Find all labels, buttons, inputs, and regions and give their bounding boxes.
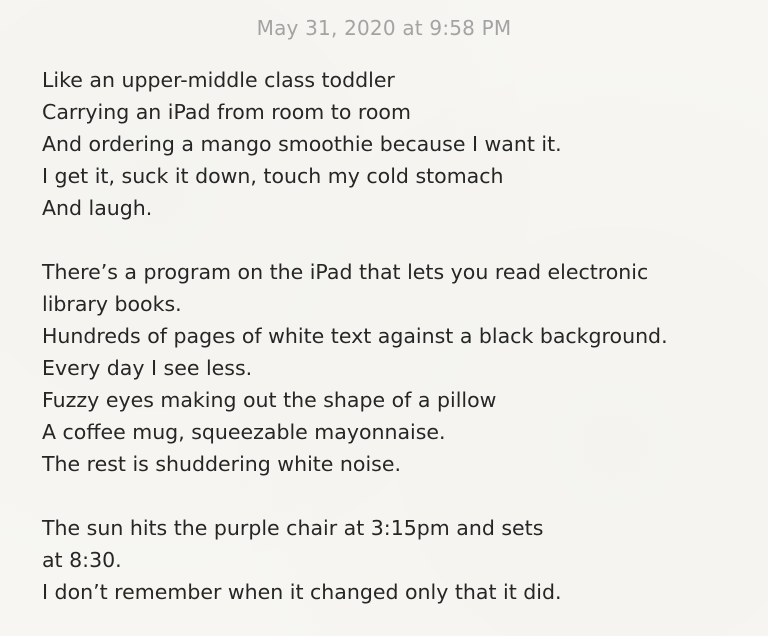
note-body[interactable]: Like an upper-middle class toddler Carry… bbox=[42, 64, 757, 608]
note-line: I don’t remember when it changed only th… bbox=[42, 580, 562, 604]
note-line: at 8:30. bbox=[42, 548, 122, 572]
note-line: Like an upper-middle class toddler bbox=[42, 68, 395, 92]
stanza-break bbox=[42, 224, 757, 256]
note-view[interactable]: May 31, 2020 at 9:58 PM Like an upper-mi… bbox=[0, 0, 768, 636]
note-line: Hundreds of pages of white text against … bbox=[42, 324, 668, 348]
note-line: The sun hits the purple chair at 3:15pm … bbox=[42, 516, 544, 540]
note-timestamp: May 31, 2020 at 9:58 PM bbox=[256, 16, 512, 40]
note-line: And laugh. bbox=[42, 196, 153, 220]
note-line: And ordering a mango smoothie because I … bbox=[42, 132, 562, 156]
note-line: Fuzzy eyes making out the shape of a pil… bbox=[42, 388, 497, 412]
note-line: There’s a program on the iPad that lets … bbox=[42, 260, 649, 284]
note-line: I get it, suck it down, touch my cold st… bbox=[42, 164, 504, 188]
note-line: The rest is shuddering white noise. bbox=[42, 452, 401, 476]
note-line: Every day I see less. bbox=[42, 356, 253, 380]
note-line: Carrying an iPad from room to room bbox=[42, 100, 411, 124]
note-line: A coffee mug, squeezable mayonnaise. bbox=[42, 420, 446, 444]
stanza-break bbox=[42, 480, 757, 512]
note-line: library books. bbox=[42, 292, 182, 316]
